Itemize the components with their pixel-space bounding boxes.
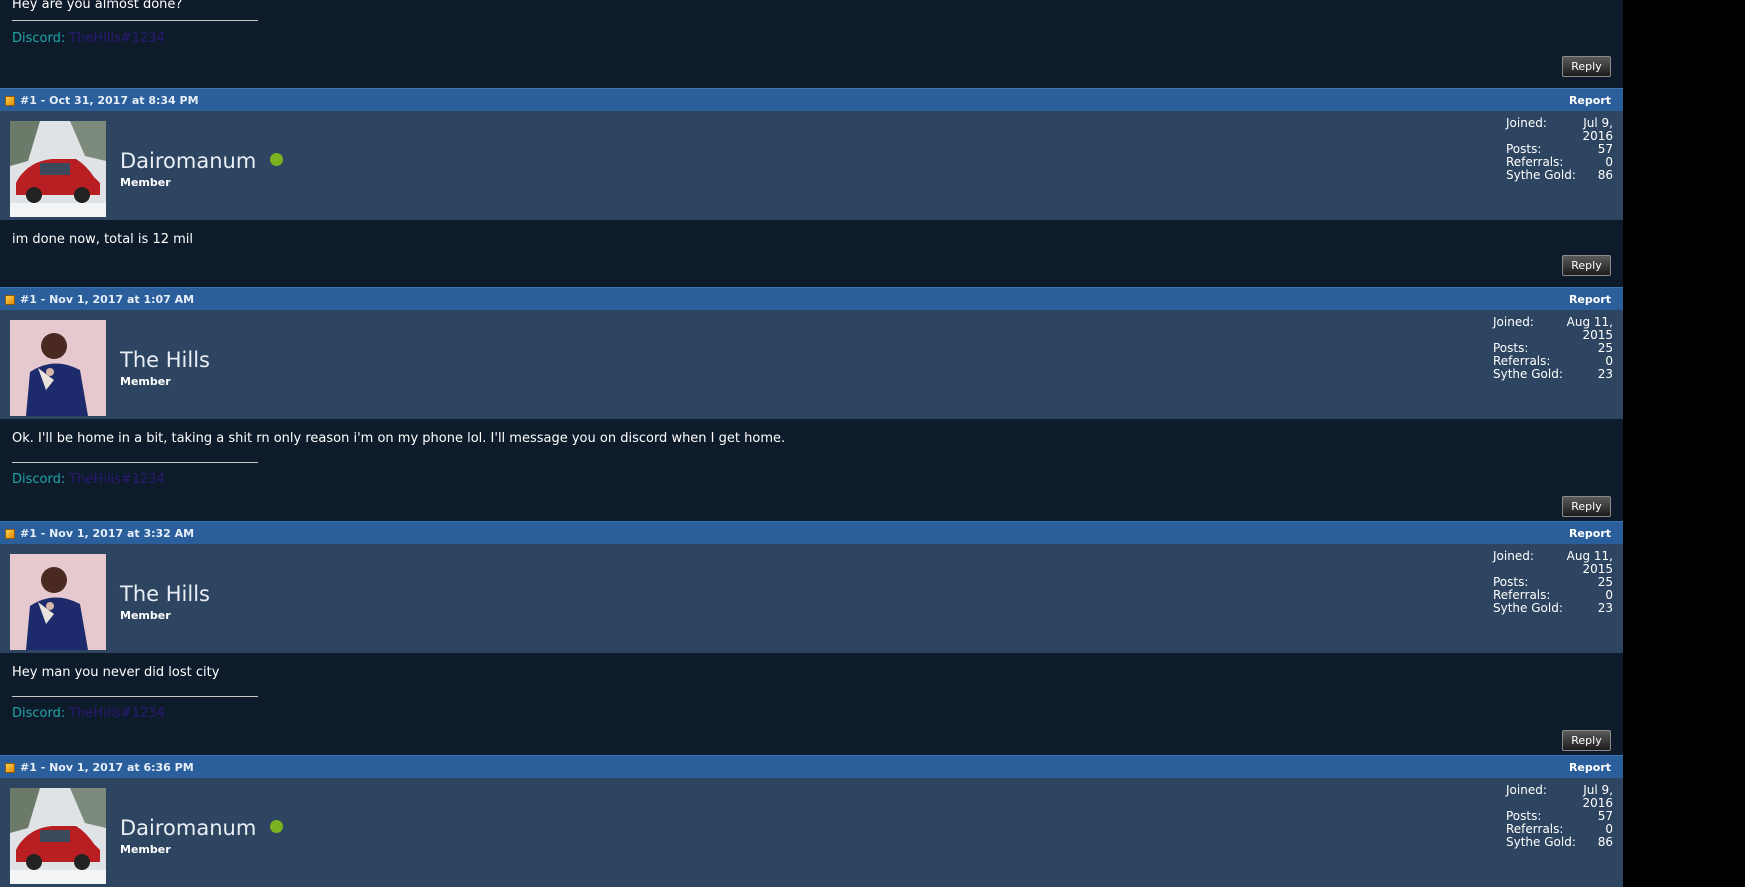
user-role: Member <box>120 843 171 856</box>
post-body: Hey man you never did lost city Discord:… <box>0 653 1623 755</box>
username[interactable]: Dairomanum <box>120 816 284 840</box>
post-text: Ok. I'll be home in a bit, taking a shit… <box>12 431 786 446</box>
post-text: Hey are you almost done? <box>12 0 183 12</box>
user-role: Member <box>120 375 171 388</box>
post-text: im done now, total is 12 mil <box>12 232 194 247</box>
report-link[interactable]: Report <box>1569 761 1611 774</box>
stat-label: Joined: <box>1506 783 1547 797</box>
reply-button[interactable]: Reply <box>1562 730 1611 751</box>
reply-button[interactable]: Reply <box>1562 255 1611 276</box>
stat-label: Joined: <box>1506 116 1547 130</box>
stat-gold: 23 <box>1597 601 1613 615</box>
username[interactable]: Dairomanum <box>120 149 284 173</box>
signature-discord: Discord: TheHills#1234 <box>12 706 165 722</box>
post-body: Ok. I'll be home in a bit, taking a shit… <box>0 220 1623 287</box>
username[interactable]: The Hills <box>120 582 210 606</box>
post-flag-icon <box>5 96 15 106</box>
online-status-icon <box>270 153 284 166</box>
username-text[interactable]: The Hills <box>120 582 210 606</box>
post-flag-icon <box>5 529 15 539</box>
user-stats: Joined: Aug 11, 2015 Posts: 25 Referrals: 0… <box>1493 550 1613 615</box>
stat-joined: Jul 9, 2016 <box>1582 783 1613 810</box>
post-text: Hey man you never did lost city <box>12 665 220 680</box>
signature-divider <box>12 462 258 463</box>
red-car-avatar-icon[interactable] <box>10 788 106 884</box>
stat-joined: Aug 11, 2015 <box>1566 315 1613 342</box>
username-text[interactable]: Dairomanum <box>120 149 256 173</box>
person-avatar-icon[interactable] <box>10 320 106 416</box>
post-flag-icon <box>5 295 15 305</box>
stat-gold: 86 <box>1597 168 1613 182</box>
username[interactable]: The Hills <box>120 348 210 372</box>
report-link[interactable]: Report <box>1569 293 1611 306</box>
post-header: #1 - Nov 1, 2017 at 1:07 AM Report <box>0 287 1623 310</box>
discord-handle: TheHills#1234 <box>69 472 165 487</box>
stat-label: Sythe Gold: <box>1506 835 1576 849</box>
post-meta: #1 - Nov 1, 2017 at 6:36 PM <box>20 761 194 774</box>
stat-joined: Aug 11, 2015 <box>1566 549 1613 576</box>
user-stats: Joined: Jul 9, 2016 Posts: 57 Referrals: 0 … <box>1506 117 1613 182</box>
signature-divider <box>12 20 258 21</box>
post-header: #1 - Nov 1, 2017 at 6:36 PM Report <box>0 755 1623 778</box>
post-flag-icon <box>5 763 15 773</box>
user-info: Dairomanum Member Joined: Jul 9, 2016 Pos… <box>0 778 1623 887</box>
post-header: #1 - Nov 1, 2017 at 3:32 AM Report <box>0 521 1623 544</box>
thread-view: Hey are you almost done? Discord: TheHill… <box>0 0 1623 887</box>
stat-label: Joined: <box>1493 315 1534 329</box>
username-text[interactable]: Dairomanum <box>120 816 256 840</box>
post-meta: #1 - Oct 31, 2017 at 8:34 PM <box>20 94 199 107</box>
stat-gold: 23 <box>1597 367 1613 381</box>
stat-label: Sythe Gold: <box>1493 601 1563 615</box>
reply-button[interactable]: Reply <box>1562 56 1611 77</box>
post-body: Ok. I'll be home in a bit, taking a shit… <box>0 419 1623 521</box>
stat-label: Joined: <box>1493 549 1534 563</box>
user-role: Member <box>120 176 171 189</box>
stat-gold: 86 <box>1597 835 1613 849</box>
report-link[interactable]: Report <box>1569 94 1611 107</box>
user-stats: Joined: Aug 11, 2015 Posts: 25 Referrals: 0… <box>1493 316 1613 381</box>
reply-button[interactable]: Reply <box>1562 496 1611 517</box>
discord-label: Discord: <box>12 31 66 46</box>
stat-label: Sythe Gold: <box>1506 168 1576 182</box>
username-text[interactable]: The Hills <box>120 348 210 372</box>
stat-joined: Jul 9, 2016 <box>1582 116 1613 143</box>
signature-divider <box>12 696 258 697</box>
signature-discord: Discord: TheHills#1234 <box>12 472 165 488</box>
discord-handle: TheHills#1234 <box>69 706 165 721</box>
online-status-icon <box>270 820 284 833</box>
discord-label: Discord: <box>12 472 66 487</box>
red-car-avatar-icon[interactable] <box>10 121 106 217</box>
user-info: The Hills Member Joined: Aug 11, 2015 Pos… <box>0 544 1623 653</box>
user-info: The Hills Member Joined: Aug 11, 2015 Pos… <box>0 310 1623 419</box>
discord-label: Discord: <box>12 706 66 721</box>
post-meta: #1 - Nov 1, 2017 at 1:07 AM <box>20 293 195 306</box>
report-link[interactable]: Report <box>1569 527 1611 540</box>
user-role: Member <box>120 609 171 622</box>
user-stats: Joined: Jul 9, 2016 Posts: 57 Referrals: 0 … <box>1506 784 1613 849</box>
post-body: Hey are you almost done? Discord: TheHill… <box>0 0 1623 88</box>
signature-discord: Discord: TheHills#1234 <box>12 31 165 47</box>
user-info: Dairomanum Member Joined: Jul 9, 2016 Pos… <box>0 111 1623 220</box>
discord-handle: TheHills#1234 <box>69 31 165 46</box>
post-meta: #1 - Nov 1, 2017 at 3:32 AM <box>20 527 195 540</box>
person-avatar-icon[interactable] <box>10 554 106 650</box>
post-header: #1 - Oct 31, 2017 at 8:34 PM Report <box>0 88 1623 111</box>
stat-label: Sythe Gold: <box>1493 367 1563 381</box>
